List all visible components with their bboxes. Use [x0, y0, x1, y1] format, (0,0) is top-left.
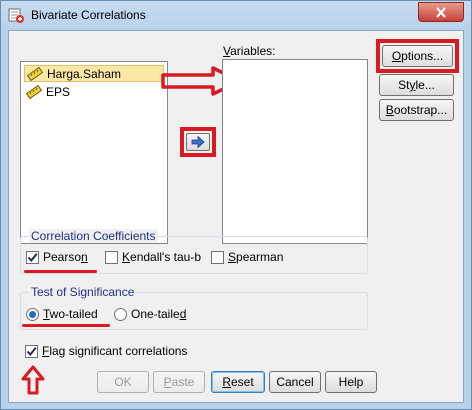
list-item-label: EPS: [46, 84, 71, 99]
pearson-checkbox[interactable]: [26, 250, 39, 264]
one-tailed-label: One-tailed: [131, 307, 186, 321]
pearson-accel: n: [81, 250, 88, 264]
test-of-significance-title: Test of Significance: [29, 285, 137, 299]
ok-button[interactable]: OK: [97, 371, 149, 393]
style-label-post: le...: [415, 78, 435, 92]
reset-button[interactable]: Reset: [211, 371, 265, 393]
spearman-checkbox[interactable]: [211, 250, 224, 264]
kendall-checkbox[interactable]: [105, 250, 118, 264]
flag-checkbox-row[interactable]: Flag significant correlations: [25, 344, 187, 358]
help-button[interactable]: Help: [325, 371, 377, 393]
kendall-accel: K: [122, 250, 131, 264]
variables-label: Variables:: [223, 44, 275, 58]
flag-checkbox[interactable]: [25, 344, 38, 358]
options-accel: O: [391, 49, 402, 63]
paste-button[interactable]: Paste: [153, 371, 205, 393]
one-tailed-label-pre: One-taile: [131, 307, 180, 321]
cancel-button[interactable]: Cancel: [269, 371, 321, 393]
window-title: Bivariate Correlations: [31, 8, 146, 22]
spss-app-icon: [8, 8, 24, 23]
pearson-red-underline: [24, 270, 97, 273]
ok-label: OK: [114, 375, 132, 389]
two-tailed-radio[interactable]: [26, 307, 39, 321]
annotation-up-arrow-icon: [21, 365, 45, 395]
two-tailed-radio-row[interactable]: Two-tailed: [26, 307, 98, 321]
pearson-label: Pearson: [43, 250, 88, 264]
spearman-label-rest: pearman: [236, 250, 284, 264]
style-label-pre: St: [398, 78, 410, 92]
checkmark-icon: [27, 252, 38, 262]
bootstrap-button[interactable]: Bootstrap...: [379, 99, 454, 121]
radio-selected-dot: [29, 310, 36, 318]
one-tailed-accel: d: [179, 307, 187, 321]
paste-label: aste: [171, 375, 195, 389]
reset-label: eset: [230, 375, 254, 389]
correlation-coefficients-title: Correlation Coefficients: [29, 229, 158, 243]
checkmark-icon: [26, 346, 37, 356]
one-tailed-radio[interactable]: [114, 307, 127, 321]
variables-list[interactable]: [222, 59, 368, 244]
reset-accel: R: [222, 375, 231, 389]
bootstrap-label: ootstrap...: [393, 103, 448, 117]
two-tailed-label: Two-tailed: [43, 307, 98, 321]
help-label: Help: [338, 375, 364, 389]
kendall-label-rest: endall's tau-b: [130, 250, 202, 264]
spearman-accel: S: [228, 250, 237, 264]
dialog-window: Bivariate Correlations Harga.Saham EPS V…: [0, 0, 472, 410]
scale-variable-icon: [26, 84, 42, 99]
one-tailed-radio-row[interactable]: One-tailed: [114, 307, 186, 321]
two-tailed-label-rest: wo-tailed: [49, 307, 98, 321]
pearson-checkbox-row[interactable]: Pearson: [26, 250, 88, 264]
source-variable-list[interactable]: Harga.Saham EPS: [20, 61, 168, 244]
flag-label: Flag significant correlations: [42, 344, 187, 358]
options-label: ptions...: [401, 49, 444, 63]
paste-accel: P: [163, 375, 172, 389]
cancel-label: Cancel: [276, 375, 314, 389]
kendall-checkbox-row[interactable]: Kendall's tau-b: [105, 250, 201, 264]
variables-label-text: ariables:: [230, 44, 276, 58]
pearson-label-pre: Pearso: [43, 250, 82, 264]
spearman-checkbox-row[interactable]: Spearman: [211, 250, 283, 264]
style-button[interactable]: St y le...: [379, 74, 454, 96]
kendall-label: Kendall's tau-b: [122, 250, 201, 264]
two-tailed-red-underline: [22, 324, 110, 327]
list-item[interactable]: EPS: [24, 83, 164, 100]
close-icon: [436, 6, 446, 18]
two-tailed-accel: T: [43, 307, 50, 321]
options-button[interactable]: Options...: [382, 45, 453, 67]
move-right-arrow-icon: [191, 136, 205, 148]
flag-label-rest: lag significant correlations: [49, 344, 188, 358]
correlation-coefficients-group: Correlation Coefficients Pearson Kendall…: [20, 229, 368, 274]
title-bar[interactable]: Bivariate Correlations: [1, 1, 471, 30]
move-variable-button[interactable]: [186, 133, 210, 151]
close-button[interactable]: [418, 2, 464, 22]
list-item[interactable]: Harga.Saham: [24, 65, 164, 82]
dialog-client-area: Harga.Saham EPS Variables: O ptions... S…: [8, 30, 464, 403]
scale-variable-icon: [27, 66, 43, 81]
spearman-label: Spearman: [228, 250, 283, 264]
bootstrap-accel: B: [385, 103, 394, 117]
move-variable-button-highlight: [180, 127, 216, 157]
list-item-label: Harga.Saham: [47, 66, 122, 81]
